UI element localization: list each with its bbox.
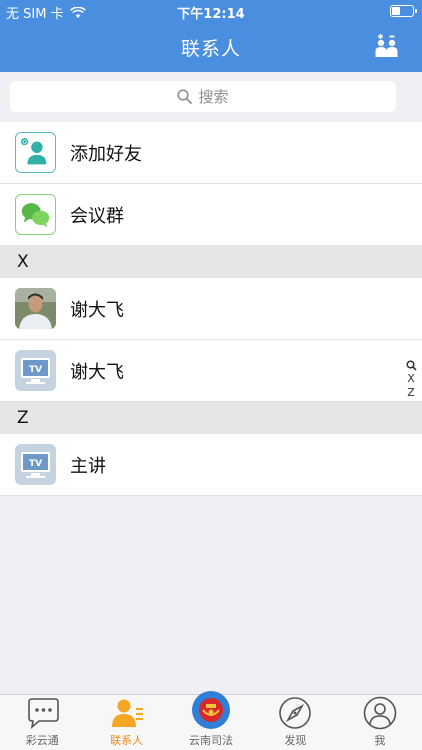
contact-row[interactable]: TV 谢大飞 bbox=[0, 340, 422, 402]
battery-fill bbox=[392, 7, 400, 15]
search-icon[interactable] bbox=[405, 360, 417, 371]
header-bar: 无 SIM 卡 下午12:14 联系人 bbox=[0, 0, 422, 72]
add-contact-icon[interactable] bbox=[372, 32, 400, 60]
add-friend-row[interactable]: 添加好友 bbox=[0, 122, 422, 184]
tv-icon: TV bbox=[15, 350, 56, 391]
tab-bar: 彩云通 联系人 云南司法 发现 我 bbox=[0, 691, 422, 750]
row-label: 添加好友 bbox=[70, 143, 142, 165]
svg-text:TV: TV bbox=[29, 365, 42, 375]
tab-me[interactable]: 我 bbox=[338, 695, 422, 750]
tab-label: 联系人 bbox=[110, 734, 144, 747]
tv-icon: TV bbox=[15, 444, 56, 485]
row-label: 谢大飞 bbox=[70, 299, 124, 321]
section-index-bar[interactable]: X Z bbox=[404, 360, 418, 399]
contact-list: 添加好友 会议群 X 谢大飞 TV 谢大飞 Z TV 主讲 bbox=[0, 122, 422, 496]
tab-label: 云南司法 bbox=[189, 734, 234, 747]
tab-contacts[interactable]: 联系人 bbox=[84, 695, 168, 750]
page-title: 联系人 bbox=[180, 38, 241, 60]
search-input[interactable]: 搜索 bbox=[10, 81, 396, 112]
status-time: 下午12:14 bbox=[177, 7, 245, 22]
tab-caiyuntong[interactable]: 彩云通 bbox=[0, 695, 84, 750]
search-placeholder: 搜索 bbox=[198, 88, 229, 106]
chat-group-icon bbox=[15, 194, 56, 235]
tab-label: 发现 bbox=[284, 734, 307, 747]
contact-row[interactable]: 谢大飞 bbox=[0, 278, 422, 340]
index-letter[interactable]: X bbox=[407, 372, 415, 385]
search-icon bbox=[177, 89, 193, 104]
row-label: 会议群 bbox=[70, 205, 124, 227]
compass-icon bbox=[279, 697, 312, 729]
add-friend-icon bbox=[15, 132, 56, 173]
search-area: 搜索 bbox=[0, 72, 422, 122]
row-label: 主讲 bbox=[70, 455, 106, 477]
tab-label: 彩云通 bbox=[25, 734, 59, 747]
status-bar: 无 SIM 卡 下午12:14 bbox=[0, 0, 422, 22]
section-header-x: X bbox=[0, 246, 422, 278]
contacts-icon bbox=[111, 699, 143, 727]
contact-row[interactable]: TV 主讲 bbox=[0, 434, 422, 496]
section-header-z: Z bbox=[0, 402, 422, 434]
svg-text:TV: TV bbox=[29, 459, 42, 469]
profile-icon bbox=[363, 696, 397, 730]
tab-discover[interactable]: 发现 bbox=[253, 695, 337, 750]
battery-icon bbox=[390, 5, 417, 17]
avatar bbox=[15, 288, 56, 329]
meeting-group-row[interactable]: 会议群 bbox=[0, 184, 422, 246]
row-label: 谢大飞 bbox=[70, 361, 124, 383]
tab-yunnan-justice[interactable]: 云南司法 bbox=[169, 691, 253, 750]
index-letter[interactable]: Z bbox=[407, 386, 415, 399]
emblem-icon bbox=[192, 691, 231, 729]
tab-label: 我 bbox=[374, 734, 386, 747]
chat-bubble-icon bbox=[28, 698, 60, 730]
